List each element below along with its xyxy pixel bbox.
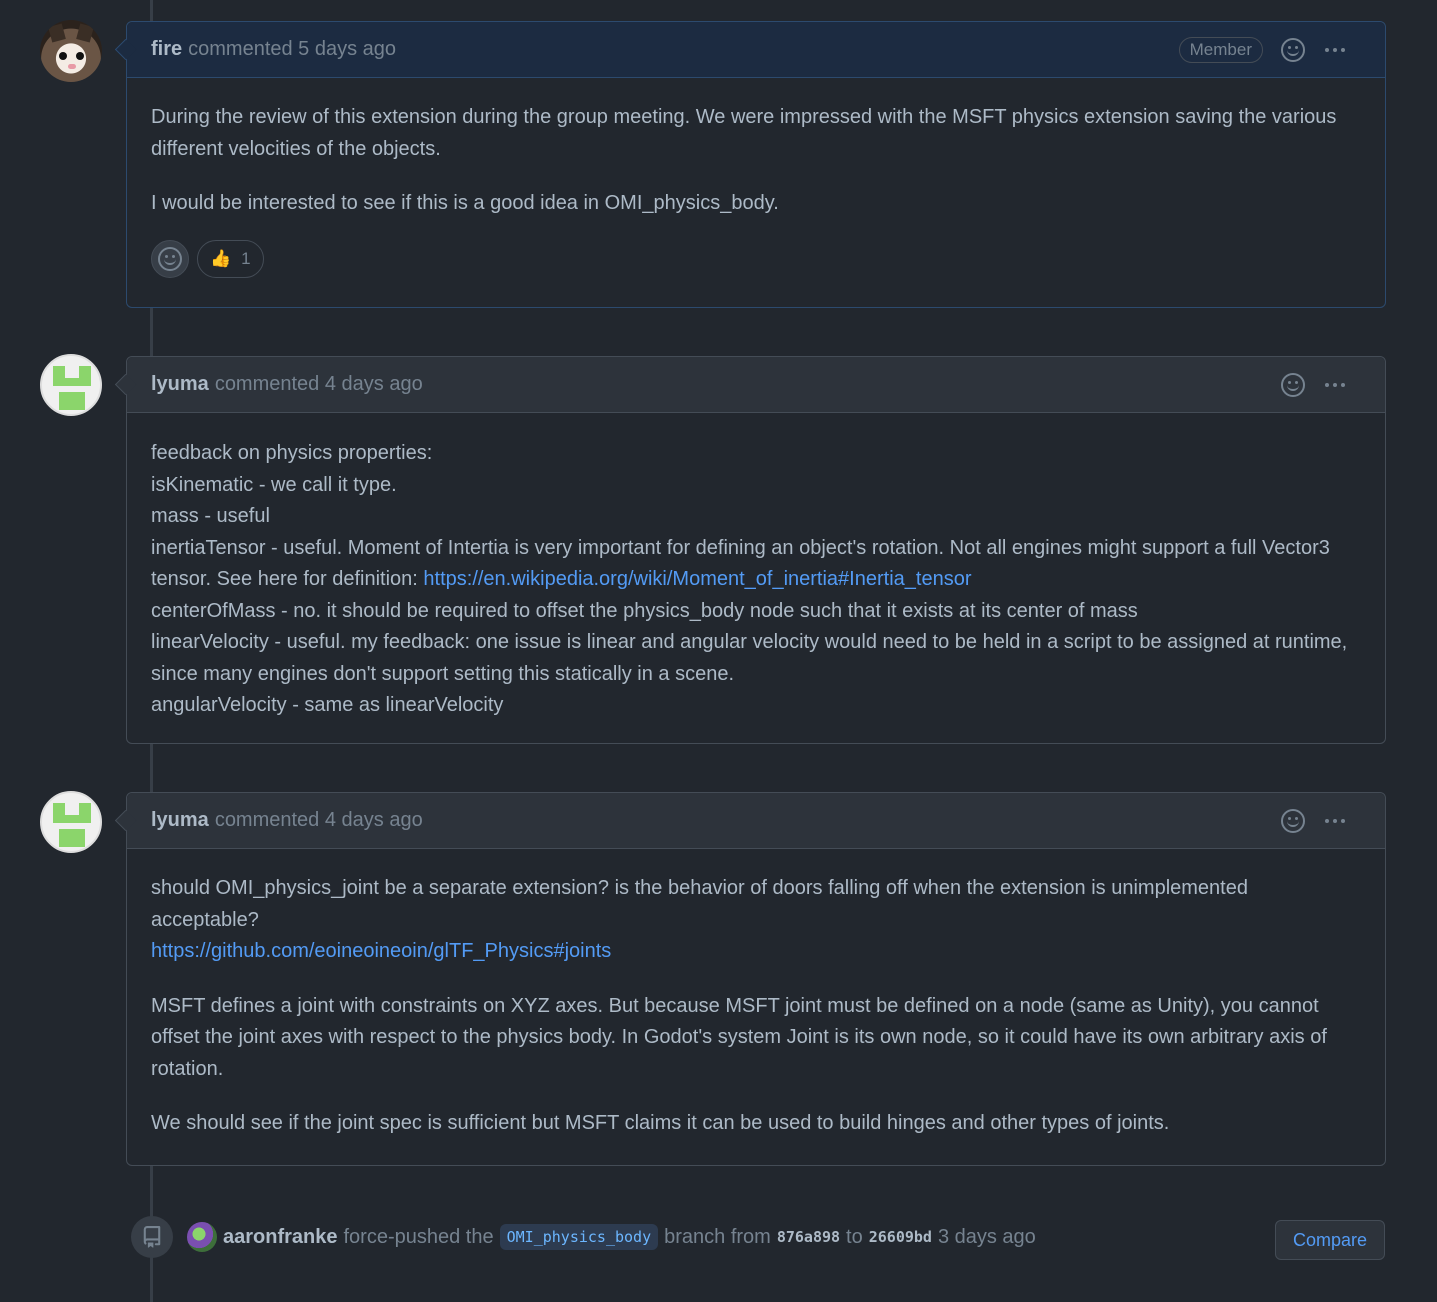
commit-sha-to[interactable]: 26609bd <box>869 1228 932 1246</box>
comment-body: feedback on physics properties: isKinema… <box>127 413 1385 742</box>
comment-paragraph: We should see if the joint spec is suffi… <box>151 1112 1170 1134</box>
comment-actions: Member <box>1178 22 1345 77</box>
comment-actions <box>1281 357 1345 412</box>
comment-body: should OMI_physics_joint be a separate e… <box>127 849 1385 1160</box>
branch-label[interactable]: OMI_physics_body <box>499 1224 659 1250</box>
event-timestamp[interactable]: 3 days ago <box>938 1226 1036 1249</box>
repo-push-icon <box>131 1216 173 1258</box>
feedback-line: centerOfMass - no. it should be required… <box>151 599 1138 622</box>
kebab-icon[interactable] <box>1317 47 1345 52</box>
feedback-line: mass - useful <box>151 505 270 527</box>
comment-timestamp[interactable]: commented 4 days ago <box>215 809 423 832</box>
event-from-text: branch from <box>664 1225 771 1248</box>
avatar-lyuma[interactable] <box>40 791 102 853</box>
comment-paragraph: should OMI_physics_joint be a separate e… <box>151 873 1361 968</box>
comment-caret <box>114 38 137 61</box>
comment-author[interactable]: lyuma <box>151 809 209 832</box>
feedback-line: angularVelocity - same as linearVelocity <box>151 694 504 716</box>
comment-header: lyuma commented 4 days ago <box>114 357 1385 413</box>
comment-author[interactable]: fire <box>151 38 182 61</box>
comment-paragraph: MSFT defines a joint with constraints on… <box>151 994 1327 1080</box>
comment-timestamp[interactable]: commented 4 days ago <box>215 373 423 396</box>
comment-fire: fire commented 5 days ago Member During … <box>114 21 1386 308</box>
smiley-icon[interactable] <box>1281 808 1305 833</box>
force-push-event: aaronfranke force-pushed the OMI_physics… <box>187 1220 1036 1254</box>
comment-lyuma-1: lyuma commented 4 days ago feedback on p… <box>114 356 1386 744</box>
comment-paragraph: During the review of this extension duri… <box>151 106 1337 160</box>
reactions: 👍 1 <box>127 239 1385 302</box>
kebab-icon[interactable] <box>1317 382 1345 387</box>
cat-nose <box>68 64 76 69</box>
smiley-icon <box>158 246 182 271</box>
kebab-icon[interactable] <box>1317 818 1345 823</box>
gltf-physics-link[interactable]: https://github.com/eoineoineoin/glTF_Phy… <box>151 940 611 962</box>
reaction-count: 1 <box>241 248 251 268</box>
smiley-icon[interactable] <box>1281 37 1305 62</box>
cat-ear <box>76 23 94 43</box>
feedback-line: isKinematic - we call it type. <box>151 473 397 496</box>
feedback-line: inertiaTensor - useful. Moment of Intert… <box>151 533 1361 596</box>
smiley-icon[interactable] <box>1281 372 1305 397</box>
event-action: force-pushed the <box>343 1225 494 1248</box>
cat-eye <box>59 52 67 60</box>
wikipedia-link[interactable]: https://en.wikipedia.org/wiki/Moment_of_… <box>423 568 971 590</box>
member-badge: Member <box>1178 36 1263 63</box>
thumbs-up-icon: 👍 <box>210 248 232 268</box>
compare-button[interactable]: Compare <box>1275 1220 1385 1260</box>
comment-actions <box>1281 793 1345 848</box>
thumbs-up-reaction[interactable]: 👍 1 <box>197 239 264 278</box>
comment-body: During the review of this extension duri… <box>127 78 1385 240</box>
feedback-line: linearVelocity - useful. my feedback: on… <box>151 631 1348 685</box>
avatar-aaronfranke[interactable] <box>187 1222 217 1252</box>
comment-timestamp[interactable]: commented 5 days ago <box>188 38 396 61</box>
comment-caret <box>114 809 137 832</box>
event-actor[interactable]: aaronfranke <box>223 1226 338 1249</box>
add-reaction-button[interactable] <box>151 239 189 278</box>
comment-text: should OMI_physics_joint be a separate e… <box>151 877 1248 931</box>
comment-paragraph: I would be interested to see if this is … <box>151 192 779 214</box>
cat-eye <box>76 52 84 60</box>
comment-caret <box>114 373 137 396</box>
avatar-lyuma[interactable] <box>40 354 102 416</box>
commit-sha-from[interactable]: 876a898 <box>777 1228 840 1246</box>
avatar-fire[interactable] <box>40 20 102 82</box>
comment-header: lyuma commented 4 days ago <box>114 793 1385 849</box>
feedback-line: feedback on physics properties: <box>151 442 433 464</box>
event-to-text: to <box>846 1225 863 1248</box>
cat-ear <box>48 23 66 43</box>
comment-lyuma-2: lyuma commented 4 days ago should OMI_ph… <box>114 792 1386 1166</box>
comment-author[interactable]: lyuma <box>151 373 209 396</box>
repo-push-svg <box>143 1226 161 1248</box>
comment-header: fire commented 5 days ago Member <box>114 22 1385 78</box>
